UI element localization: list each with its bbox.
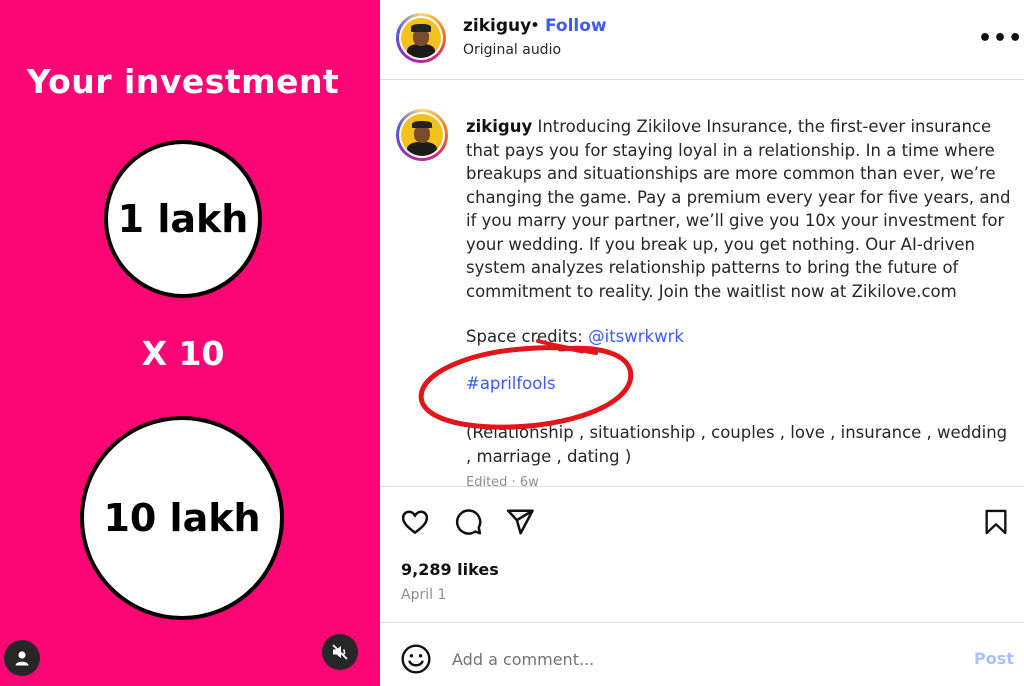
comment-bar: Post bbox=[380, 622, 1024, 686]
space-credits: Space credits: @itswrkwrk bbox=[466, 327, 684, 346]
separator-dot: • bbox=[530, 16, 541, 36]
send-icon bbox=[506, 509, 534, 535]
amount-circle-bottom: 10 lakh bbox=[80, 416, 284, 620]
post-panel: zikiguy • Follow Original audio ••• ziki… bbox=[380, 0, 1024, 686]
tags-text: (Relationship , situationship , couples … bbox=[466, 423, 1008, 466]
heart-icon bbox=[401, 510, 429, 535]
post-header: zikiguy • Follow Original audio ••• bbox=[380, 0, 1024, 80]
caption-avatar[interactable] bbox=[396, 109, 448, 161]
more-options-icon[interactable]: ••• bbox=[978, 26, 1023, 51]
comment-button[interactable] bbox=[452, 506, 484, 538]
bookmark-icon bbox=[985, 509, 1007, 535]
credits-prefix: Space credits: bbox=[466, 327, 589, 346]
author-avatar[interactable] bbox=[396, 13, 446, 63]
reel-media[interactable]: Your investment 1 lakh X 10 10 lakh bbox=[0, 0, 380, 686]
edited-timestamp: Edited · 6w bbox=[466, 475, 539, 487]
author-username[interactable]: zikiguy bbox=[463, 16, 531, 36]
hashtag-link[interactable]: #aprilfools bbox=[466, 374, 556, 393]
like-button[interactable] bbox=[399, 506, 431, 538]
amount-circle-top: 1 lakh bbox=[104, 140, 262, 298]
comment-input[interactable] bbox=[452, 645, 932, 673]
caption-username[interactable]: zikiguy bbox=[466, 117, 532, 136]
caption-text: zikiguy Introducing Zikilove Insurance, … bbox=[466, 115, 1014, 303]
multiplier-label: X 10 bbox=[141, 334, 225, 373]
follow-button[interactable]: Follow bbox=[545, 16, 607, 36]
save-button[interactable] bbox=[980, 506, 1012, 538]
user-icon bbox=[15, 651, 29, 666]
post-comment-button[interactable]: Post bbox=[974, 649, 1014, 668]
credits-mention-link[interactable]: @itswrkwrk bbox=[588, 327, 684, 346]
caption-area[interactable]: zikiguy Introducing Zikilove Insurance, … bbox=[380, 81, 1024, 487]
post-date[interactable]: April 1 bbox=[401, 587, 446, 603]
emoji-icon[interactable] bbox=[400, 643, 432, 675]
like-count[interactable]: 9,289 likes bbox=[401, 560, 499, 579]
action-bar bbox=[380, 500, 1024, 544]
mute-toggle-button[interactable] bbox=[322, 634, 358, 670]
amount-top-label: 1 lakh bbox=[117, 197, 249, 241]
comment-icon bbox=[455, 509, 482, 535]
speaker-muted-icon bbox=[332, 644, 348, 660]
caption-body: Introducing Zikilove Insurance, the firs… bbox=[466, 117, 1011, 301]
amount-bottom-label: 10 lakh bbox=[103, 496, 261, 540]
media-headline: Your investment bbox=[26, 62, 340, 101]
share-button[interactable] bbox=[504, 506, 536, 538]
audio-link[interactable]: Original audio bbox=[463, 42, 561, 58]
tagged-users-button[interactable] bbox=[4, 640, 40, 676]
